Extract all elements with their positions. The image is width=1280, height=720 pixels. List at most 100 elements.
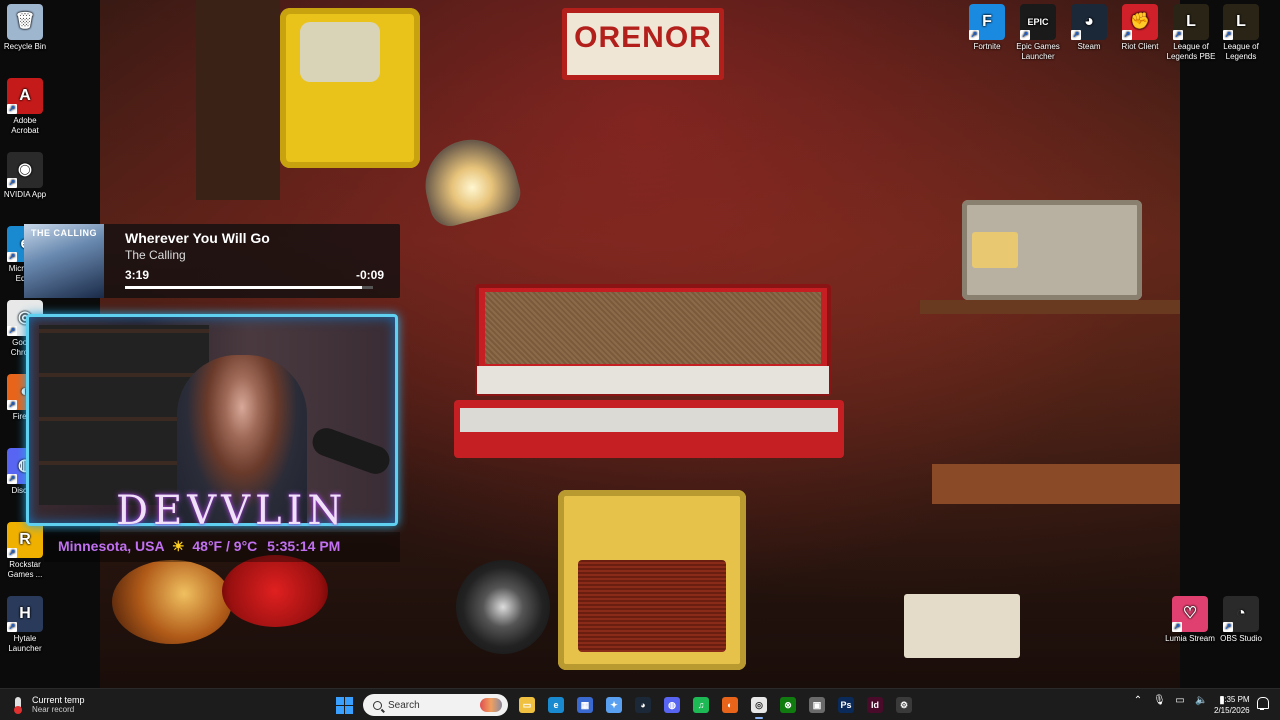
wallpaper-guitar-sunburst xyxy=(112,560,232,644)
settings-icon: ⚙ xyxy=(896,697,912,713)
recycle-bin-icon: 🗑 xyxy=(7,4,43,40)
shortcut-arrow-icon: ↗ xyxy=(7,104,17,114)
wallpaper-desk xyxy=(932,464,1180,504)
weather-subtitle: Near record xyxy=(32,705,75,714)
desktop-icon-label: Steam xyxy=(1077,42,1101,51)
desktop-icon-label: Rockstar Games ... xyxy=(7,560,43,579)
file-explorer-icon: ▭ xyxy=(519,697,535,713)
taskbar-app-steam[interactable]: ◕ xyxy=(631,693,655,717)
network-icon[interactable]: ▭ xyxy=(1174,695,1186,707)
desktop-icon-label: Fortnite xyxy=(973,42,1001,51)
taskbar-app-photoshop[interactable]: Ps xyxy=(834,693,858,717)
rockstar-icon: R ↗ xyxy=(7,522,43,558)
firefox-icon: ◐ xyxy=(722,697,738,713)
taskbar-app-settings[interactable]: ⚙ xyxy=(892,693,916,717)
thermometer-icon xyxy=(10,697,26,714)
clock-date: 2/15/2026 xyxy=(1214,706,1250,715)
taskbar-app-chrome[interactable]: ◎ xyxy=(747,693,771,719)
epic-games-icon: EPIC ↗ xyxy=(1020,4,1056,40)
wallpaper-small-amp-grill xyxy=(578,560,726,652)
album-art-text: THE CALLING xyxy=(31,228,97,238)
store-icon: ▦ xyxy=(577,697,593,713)
search-placeholder: Search xyxy=(388,699,420,711)
lumia-stream-icon: ♡ ↗ xyxy=(1172,596,1208,632)
desktop-icon-label: NVIDIA App xyxy=(3,190,47,199)
spotify-icon: ♫ xyxy=(693,697,709,713)
notification-bell-icon[interactable] xyxy=(1256,697,1269,711)
taskbar-app-firefox[interactable]: ◐ xyxy=(718,693,742,717)
track-title: Wherever You Will Go xyxy=(125,230,270,246)
stream-info-bar: Minnesota, USA ☀ 48°F / 9°C 5:35:14 PM xyxy=(44,532,400,562)
taskbar-app-spotify[interactable]: ♫ xyxy=(689,693,713,717)
desktop-icon-label: Riot Client xyxy=(1121,42,1159,51)
shortcut-arrow-icon: ↗ xyxy=(7,474,17,484)
taskbar-search-box[interactable]: Search xyxy=(363,694,508,716)
track-progress-fill xyxy=(125,286,363,289)
edge-icon: e xyxy=(548,697,564,713)
desktop-icon-rockstar[interactable]: R ↗ Rockstar Games ... xyxy=(0,522,50,580)
shortcut-arrow-icon: ↗ xyxy=(1223,622,1233,632)
taskbar-clock[interactable]: 5:35 PM 2/15/2026 xyxy=(1214,694,1250,716)
desktop-icon-league-pbe[interactable]: L ↗ League of Legends PBE xyxy=(1166,4,1216,62)
weather-title: Current temp xyxy=(32,695,85,705)
wallpaper-amp-grill xyxy=(485,292,821,364)
shortcut-arrow-icon: ↗ xyxy=(7,178,17,188)
desktop-icon-acrobat[interactable]: A ↗ Adobe Acrobat xyxy=(0,78,50,136)
desktop-icon-fortnite[interactable]: F ↗ Fortnite xyxy=(962,4,1012,52)
wallpaper-lamp xyxy=(415,129,525,231)
photoshop-icon: Ps xyxy=(838,697,854,713)
shortcut-arrow-icon: ↗ xyxy=(1223,30,1233,40)
taskbar-app-discord[interactable]: ◍ xyxy=(660,693,684,717)
obs-studio-icon: ◔ ↗ xyxy=(1223,596,1259,632)
league-pbe-icon: L ↗ xyxy=(1173,4,1209,40)
track-remaining: -0:09 xyxy=(355,268,384,282)
volume-icon[interactable]: 🔈 xyxy=(1195,695,1207,707)
steam-icon: ◕ xyxy=(635,697,651,713)
desktop-icon-nvidia[interactable]: ◉ ↗ NVIDIA App xyxy=(0,152,50,200)
wallpaper-crate xyxy=(904,594,1020,658)
taskbar-app-store[interactable]: ▦ xyxy=(573,693,597,717)
taskbar-app-app[interactable]: ▣ xyxy=(805,693,829,717)
desktop-icon-league[interactable]: L ↗ League of Legends xyxy=(1216,4,1266,62)
start-button[interactable] xyxy=(336,697,353,714)
desktop-icon-label: Recycle Bin xyxy=(3,42,47,51)
steam-icon: ◕ ↗ xyxy=(1071,4,1107,40)
album-art: THE CALLING xyxy=(24,224,104,298)
taskbar-pinned-apps: ▭ e ▦ ✦ ◕ ◍ ♫ ◐ ◎ ⊗ ▣ Ps Id ⚙ xyxy=(515,693,916,719)
webcam-microphone xyxy=(308,424,394,478)
search-highlight-icon xyxy=(480,698,502,712)
desktop-icon-label: Epic Games Launcher xyxy=(1016,42,1060,61)
taskbar-app-file-explorer[interactable]: ▭ xyxy=(515,693,539,717)
wallpaper-guitar-red xyxy=(222,555,328,627)
desktop-icon-epic-games[interactable]: EPIC ↗ Epic Games Launcher xyxy=(1013,4,1063,62)
track-progress-bar xyxy=(125,286,373,289)
desktop-icon-riot-client[interactable]: ✊ ↗ Riot Client xyxy=(1115,4,1165,52)
desktop-icon-steam[interactable]: ◕ ↗ Steam xyxy=(1064,4,1114,52)
sun-icon: ☀ xyxy=(171,538,185,554)
wallpaper-tv-screen xyxy=(300,22,380,82)
desktop-icon-obs-studio[interactable]: ◔ ↗ OBS Studio xyxy=(1216,596,1266,644)
desktop-icon-label: League of Legends PBE xyxy=(1166,42,1216,61)
wallpaper-speaker xyxy=(456,560,550,654)
taskbar-app-indesign[interactable]: Id xyxy=(863,693,887,717)
taskbar-app-xbox[interactable]: ⊗ xyxy=(776,693,800,717)
desktop-icon-label: Lumia Stream xyxy=(1165,634,1215,643)
desktop-icon-hytale[interactable]: H ↗ Hytale Launcher xyxy=(0,596,50,654)
desktop-icon-lumia-stream[interactable]: ♡ ↗ Lumia Stream xyxy=(1165,596,1215,644)
chevron-up-icon[interactable]: ⌃ xyxy=(1132,695,1144,707)
league-icon: L ↗ xyxy=(1223,4,1259,40)
clock-time: 5:35 PM xyxy=(1219,695,1250,704)
microphone-icon[interactable]: 🎙 xyxy=(1153,695,1166,707)
xbox-icon: ⊗ xyxy=(780,697,796,713)
chrome-icon: ◎ xyxy=(751,697,767,713)
desktop-icon-recycle-bin[interactable]: 🗑 Recycle Bin xyxy=(0,4,50,52)
wallpaper-amp-body-panel xyxy=(460,408,838,432)
indesign-icon: Id xyxy=(867,697,883,713)
taskbar-app-edge[interactable]: e xyxy=(544,693,568,717)
hytale-icon: H ↗ xyxy=(7,596,43,632)
riot-client-icon: ✊ ↗ xyxy=(1122,4,1158,40)
shortcut-arrow-icon: ↗ xyxy=(7,252,17,262)
taskbar-weather-widget[interactable]: Current temp Near record xyxy=(10,693,85,717)
taskbar-app-copilot[interactable]: ✦ xyxy=(602,693,626,717)
shortcut-arrow-icon: ↗ xyxy=(7,548,17,558)
